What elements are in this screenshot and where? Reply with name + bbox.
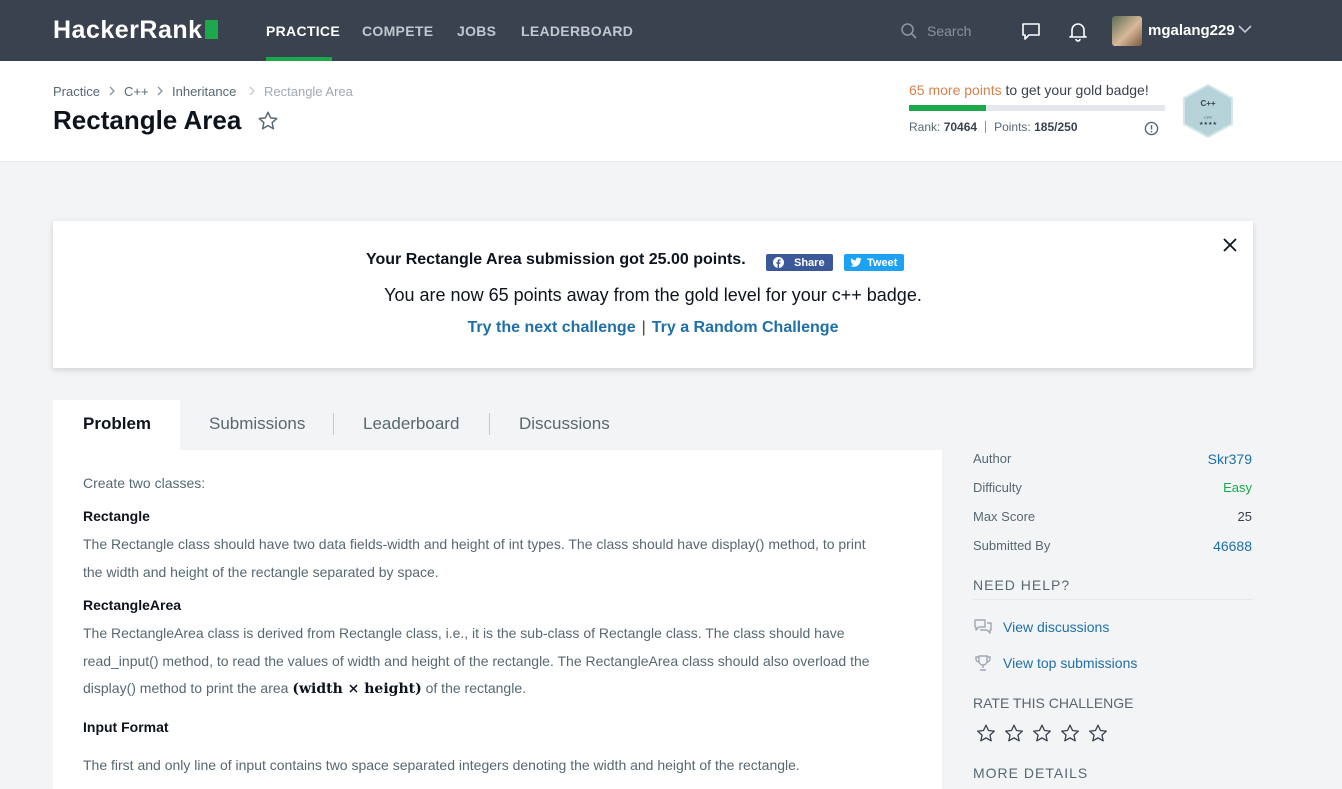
max-score-label: Max Score	[973, 509, 1036, 524]
rectangle-area-heading: RectangleArea	[83, 597, 182, 613]
bookmark-star-icon[interactable]	[257, 110, 279, 132]
author-label: Author	[973, 451, 1012, 466]
tab-discussions[interactable]: Discussions	[490, 400, 640, 450]
chevron-down-icon[interactable]	[1238, 24, 1252, 34]
points-value: 185/250	[1034, 120, 1078, 134]
intro-text: Create two classes:	[83, 475, 206, 491]
tab-submissions[interactable]: Submissions	[180, 400, 333, 450]
search-icon	[901, 23, 917, 39]
input-format-heading: Input Format	[83, 719, 169, 735]
difficulty-value: Easy	[1223, 480, 1252, 495]
breadcrumb-current: Rectangle Area	[264, 84, 353, 99]
page-header: Practice C++ Inheritance Rectangle Area …	[0, 61, 1342, 162]
discussions-icon	[974, 619, 992, 634]
input-format-text: The first and only line of input contain…	[83, 757, 800, 773]
rank-value: 70464	[943, 120, 978, 134]
search-placeholder: Search	[927, 23, 972, 39]
rating-star-2-icon[interactable]	[1003, 723, 1025, 744]
rectangle-desc-line: The Rectangle class should have two data…	[83, 536, 866, 552]
area-formula: (width × height)	[292, 681, 422, 697]
breadcrumb-cpp[interactable]: C++	[124, 84, 149, 99]
breadcrumb-practice[interactable]: Practice	[53, 84, 100, 99]
rate-heading: RATE THIS CHALLENGE	[973, 695, 1134, 711]
submitted-by-label: Submitted By	[973, 538, 1051, 553]
rating-star-5-icon[interactable]	[1087, 723, 1109, 744]
max-score-value: 25	[1237, 509, 1252, 524]
svg-text:C++: C++	[1200, 99, 1215, 108]
twitter-bird-icon	[850, 257, 862, 267]
nav-compete[interactable]: COMPETE	[362, 23, 433, 39]
tab-leaderboard[interactable]: Leaderboard	[334, 400, 489, 450]
top-navigation: HackerRank PRACTICE COMPETE JOBS LEADERB…	[0, 0, 1342, 61]
svg-text:CPP: CPP	[1204, 115, 1213, 120]
divider	[973, 599, 1253, 600]
notifications-bell-icon[interactable]	[1067, 20, 1089, 42]
rectangle-desc-line: the width and height of the rectangle se…	[83, 564, 439, 580]
logo-block	[204, 20, 218, 39]
breadcrumb-inheritance[interactable]: Inheritance	[172, 84, 236, 99]
rectangle-area-desc-line: The RectangleArea class is derived from …	[83, 625, 845, 641]
username[interactable]: mgalang229	[1148, 22, 1235, 39]
next-challenge-link[interactable]: Try the next challenge	[468, 319, 636, 336]
messages-icon[interactable]	[1020, 20, 1042, 42]
hackerrank-logo[interactable]: HackerRank	[53, 16, 218, 45]
rectangle-area-desc-line: display() method to print the area (widt…	[83, 680, 527, 697]
chevron-right-icon	[249, 86, 255, 96]
submission-success-banner: Your Rectangle Area submission got 25.00…	[53, 221, 1253, 368]
submission-score-message: Your Rectangle Area submission got 25.00…	[366, 251, 746, 268]
problem-statement: Create two classes: Rectangle The Rectan…	[53, 450, 942, 789]
chevron-right-icon	[109, 86, 115, 96]
page-title: Rectangle Area	[53, 105, 242, 135]
twitter-tweet-button[interactable]: Tweet	[844, 254, 904, 271]
badge-progress-message: 65 more points to get your gold badge!	[909, 82, 1149, 98]
close-icon[interactable]	[1222, 237, 1238, 253]
trophy-icon	[975, 655, 991, 671]
view-discussions-link[interactable]: View discussions	[1003, 619, 1109, 635]
random-challenge-link[interactable]: Try a Random Challenge	[652, 319, 839, 336]
rating-star-3-icon[interactable]	[1031, 723, 1053, 744]
submitted-by-link[interactable]: 46688	[1213, 538, 1252, 554]
challenge-links: Try the next challenge | Try a Random Chal…	[467, 319, 839, 336]
cpp-badge-icon[interactable]: C++ CPP ★★★★	[1181, 83, 1235, 139]
badge-progress-fill	[909, 105, 986, 111]
info-icon[interactable]	[1144, 121, 1159, 136]
chevron-right-icon	[157, 86, 163, 96]
user-avatar[interactable]	[1112, 16, 1142, 46]
need-help-heading: NEED HELP?	[973, 577, 1071, 593]
badge-progress-bar	[909, 105, 1165, 111]
facebook-icon	[773, 257, 784, 268]
nav-practice[interactable]: PRACTICE	[266, 23, 340, 39]
tab-problem[interactable]: Problem	[53, 400, 180, 450]
gold-level-message: You are now 65 points away from the gold…	[384, 285, 922, 305]
rectangle-heading: Rectangle	[83, 508, 150, 524]
nav-jobs[interactable]: JOBS	[457, 23, 496, 39]
author-link[interactable]: Skr379	[1208, 451, 1252, 467]
view-top-submissions-link[interactable]: View top submissions	[1003, 655, 1137, 671]
difficulty-label: Difficulty	[973, 480, 1022, 495]
rating-star-1-icon[interactable]	[975, 723, 997, 744]
rank-points-line: Rank: 70464 Points: 185/250	[909, 120, 1078, 134]
rating-star-4-icon[interactable]	[1059, 723, 1081, 744]
search-box[interactable]: Search	[900, 22, 990, 40]
svg-text:★★★★: ★★★★	[1199, 121, 1217, 127]
nav-leaderboard[interactable]: LEADERBOARD	[521, 23, 633, 39]
more-details-heading: MORE DETAILS	[973, 765, 1089, 781]
facebook-share-button[interactable]: Share	[766, 254, 833, 271]
rectangle-area-desc-line: read_input() method, to read the values …	[83, 653, 870, 669]
